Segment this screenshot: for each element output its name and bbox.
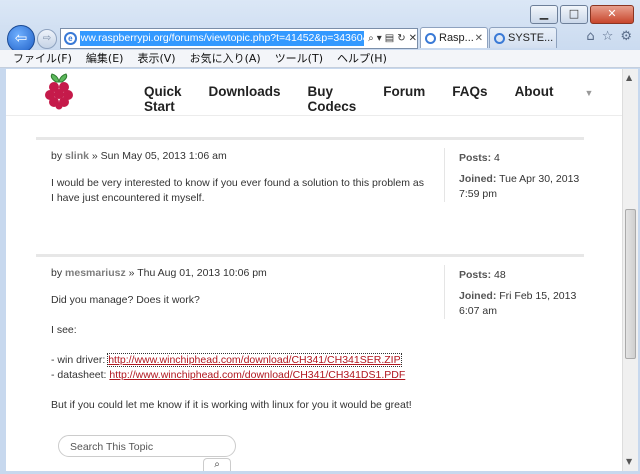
back-button[interactable]: ⇦ — [7, 25, 35, 53]
home-icon[interactable]: ⌂ — [586, 29, 594, 44]
address-bar[interactable]: e ww.raspberrypi.org/forums/viewtopic.ph… — [60, 28, 418, 49]
posts-count: 4 — [494, 152, 500, 164]
post-body: Did you manage? Does it work? I see: - w… — [51, 293, 429, 413]
joined-label: Joined: — [459, 290, 497, 302]
forum-post: by mesmariusz » Thu Aug 01, 2013 10:06 p… — [36, 254, 584, 427]
post-main: by slink » Sun May 05, 2013 1:06 am I wo… — [36, 140, 444, 206]
menu-help[interactable]: ヘルプ(H) — [337, 50, 387, 67]
refresh-icon[interactable]: ↻ — [397, 33, 405, 44]
posts-count-row: Posts: 48 — [459, 268, 584, 283]
ie-page-icon: e — [64, 32, 77, 45]
post-body: I would be very interested to know if yo… — [51, 177, 424, 204]
author-link[interactable]: slink — [65, 150, 89, 162]
nav-about[interactable]: About ▼ — [515, 84, 621, 114]
ie-tab-icon — [425, 32, 436, 44]
driver-link[interactable]: http://www.winchiphead.com/download/CH34… — [107, 353, 402, 367]
post-text-line: Did you manage? Does it work? — [51, 294, 200, 306]
posts-count-row: Posts: 4 — [459, 151, 584, 166]
nav-about-label: About — [514, 84, 554, 99]
post-author-line: by slink » Sun May 05, 2013 1:06 am — [51, 150, 444, 162]
menu-favorites[interactable]: お気に入り(A) — [190, 50, 261, 67]
posts-count: 48 — [494, 269, 506, 281]
driver-line: - win driver: http://www.winchiphead.com… — [51, 353, 429, 368]
toolbar-icons: ⌂ ☆ ⚙ — [586, 29, 632, 44]
url-text[interactable]: ww.raspberrypi.org/forums/viewtopic.php?… — [79, 31, 365, 46]
nav-buy-codecs[interactable]: Buy Codecs — [308, 84, 357, 114]
by-label: by — [51, 267, 63, 279]
menu-tools[interactable]: ツール(T) — [275, 50, 323, 67]
address-tools: ⌕ ▾ ▤ ↻ ✕ — [368, 33, 417, 44]
scroll-up-icon[interactable]: ▲ — [626, 73, 632, 82]
joined-row: Joined: Fri Feb 15, 2013 6:07 am — [459, 289, 584, 319]
joined-label: Joined: — [459, 173, 497, 185]
datasheet-label: - datasheet: — [51, 369, 107, 381]
datasheet-line: - datasheet: http://www.winchiphead.com/… — [51, 368, 429, 383]
nav-quick-start[interactable]: Quick Start — [144, 84, 182, 114]
forum-post: by slink » Sun May 05, 2013 1:06 am I wo… — [36, 137, 584, 230]
datasheet-link[interactable]: http://www.winchiphead.com/download/CH34… — [109, 369, 405, 381]
search-topic-input[interactable]: Search This Topic — [58, 435, 236, 457]
ie-tab-icon — [494, 32, 505, 44]
menu-bar: ファイル(F) 編集(E) 表示(V) お気に入り(A) ツール(T) ヘルプ(… — [0, 50, 640, 68]
site-header: Quick Start Downloads Buy Codecs Forum F… — [6, 69, 622, 116]
search-icon: ⌕ — [214, 459, 220, 470]
navigation-bar: ⇦ ⇨ e ww.raspberrypi.org/forums/viewtopi… — [0, 25, 640, 53]
favorites-star-icon[interactable]: ☆ — [602, 29, 614, 44]
driver-label: - win driver: — [51, 354, 106, 366]
stop-icon[interactable]: ✕ — [409, 33, 417, 44]
maximize-button[interactable]: □ — [560, 5, 588, 24]
scroll-down-icon[interactable]: ▼ — [626, 457, 632, 466]
nav-faqs[interactable]: FAQs — [452, 84, 487, 114]
compat-view-icon[interactable]: ▤ — [385, 33, 394, 44]
post-profile: Posts: 48 Joined: Fri Feb 15, 2013 6:07 … — [444, 265, 584, 319]
menu-view[interactable]: 表示(V) — [137, 50, 175, 67]
tab-label: Rasp... — [439, 32, 474, 44]
close-button[interactable]: ✕ — [590, 5, 634, 24]
site-nav: Quick Start Downloads Buy Codecs Forum F… — [144, 84, 622, 114]
forward-button[interactable]: ⇨ — [37, 29, 57, 49]
window-caption-buttons: ▁ □ ✕ — [530, 5, 634, 24]
menu-file[interactable]: ファイル(F) — [13, 50, 72, 67]
post-text-line: I see: — [51, 324, 77, 336]
raspberry-pi-logo-icon[interactable] — [42, 72, 76, 110]
back-arrow-icon: ⇦ — [14, 29, 28, 47]
posts-label: Posts: — [459, 269, 492, 281]
menu-edit[interactable]: 編集(E) — [86, 50, 124, 67]
by-label: by — [51, 150, 63, 162]
vertical-scrollbar[interactable]: ▲ ▼ — [622, 69, 638, 471]
joined-row: Joined: Tue Apr 30, 2013 7:59 pm — [459, 172, 584, 202]
chevron-down-icon: ▼ — [584, 88, 594, 98]
tab-raspberrypi[interactable]: Rasp... ✕ — [420, 27, 488, 48]
browser-window: ▁ □ ✕ ⇦ ⇨ e ww.raspberrypi.org/forums/vi… — [0, 0, 640, 474]
search-button[interactable]: ⌕ — [203, 458, 231, 471]
minimize-button[interactable]: ▁ — [530, 5, 558, 24]
page-content: Quick Start Downloads Buy Codecs Forum F… — [6, 69, 622, 471]
tab-system[interactable]: SYSTE... — [489, 27, 557, 48]
settings-gear-icon[interactable]: ⚙ — [620, 29, 632, 44]
tab-label: SYSTE... — [508, 32, 554, 44]
scrollbar-thumb[interactable] — [625, 209, 636, 359]
nav-downloads[interactable]: Downloads — [209, 84, 281, 114]
post-profile: Posts: 4 Joined: Tue Apr 30, 2013 7:59 p… — [444, 148, 584, 202]
post-main: by mesmariusz » Thu Aug 01, 2013 10:06 p… — [36, 257, 444, 413]
post-author-line: by mesmariusz » Thu Aug 01, 2013 10:06 p… — [51, 267, 444, 279]
post-date: » Sun May 05, 2013 1:06 am — [91, 150, 227, 162]
posts-label: Posts: — [459, 152, 492, 164]
search-icon[interactable]: ⌕ — [368, 33, 374, 44]
tab-close-icon[interactable]: ✕ — [475, 33, 483, 44]
dropdown-icon[interactable]: ▾ — [377, 33, 382, 44]
nav-forum[interactable]: Forum — [383, 84, 425, 114]
post-text-line: But if you could let me know if it is wo… — [51, 399, 412, 411]
author-link[interactable]: mesmariusz — [65, 267, 126, 279]
forward-arrow-icon: ⇨ — [42, 33, 52, 44]
post-date: » Thu Aug 01, 2013 10:06 pm — [128, 267, 267, 279]
